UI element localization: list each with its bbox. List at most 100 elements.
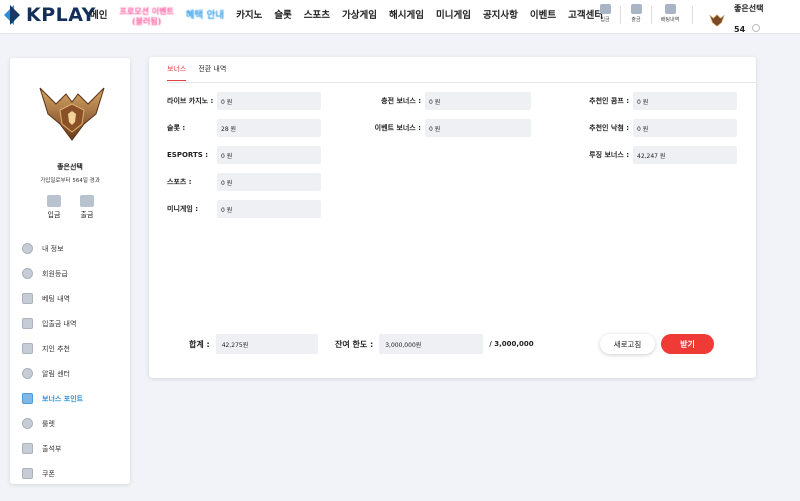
nav-promotion-label: 프로모션 이벤트 <box>119 7 174 16</box>
limit-summary: 잔여 한도 : 3,000,000원 / 3,000,000 <box>335 334 534 354</box>
nav-slot[interactable]: 슬롯 <box>274 7 291 27</box>
sidebar-item-label: 지인 추천 <box>42 344 70 353</box>
nav-benefits[interactable]: 혜택 안내 <box>186 7 224 27</box>
bonus-referral-comp: 추천인 콤프 : 0 원 <box>569 92 737 110</box>
sidebar-item-label: 출석부 <box>42 444 62 453</box>
logo-icon <box>4 4 22 26</box>
sidebar-item-label: 입출금 내역 <box>42 319 77 328</box>
field-value: 0 원 <box>217 92 321 110</box>
bonus-live-casino: 라이브 카지노 : 0 원 <box>167 92 321 110</box>
brand-logo[interactable]: KPLAY <box>4 4 96 26</box>
sidebar-withdraw-label: 출금 <box>80 211 94 219</box>
main-nav: 메인 프로모션 이벤트 (블러됨) 혜택 안내 카지노 슬롯 스포츠 가상게임 … <box>90 7 615 27</box>
quick-deposit-label: 입금 <box>600 17 610 23</box>
sidebar-item-label: 보너스 포인트 <box>42 394 84 403</box>
field-value: 42,247 원 <box>633 146 737 164</box>
sidebar-item-label: 베팅 내역 <box>42 294 70 303</box>
sidebar-item-roulette[interactable]: 룰렛 <box>22 411 122 436</box>
quick-withdraw-label: 출금 <box>631 17 641 23</box>
total-label: 합계 : <box>189 339 210 349</box>
limit-max: / 3,000,000 <box>489 340 534 348</box>
sidebar-item-grade[interactable]: 회원등급 <box>22 261 122 286</box>
nav-virtual[interactable]: 가상게임 <box>342 7 377 27</box>
limit-label: 잔여 한도 : <box>335 339 374 349</box>
sidebar-item-bonus-point[interactable]: 보너스 포인트 <box>22 386 122 411</box>
quick-withdraw-button[interactable]: 출금 <box>623 4 649 23</box>
nav-mini[interactable]: 미니게임 <box>436 7 471 27</box>
withdraw-icon <box>630 4 642 14</box>
nav-event[interactable]: 이벤트 <box>530 7 556 27</box>
nav-main[interactable]: 메인 <box>90 7 107 27</box>
sidebar-item-label: 회원등급 <box>42 269 68 278</box>
field-label: 슬롯 : <box>167 124 186 132</box>
field-label: 미니게임 : <box>167 205 198 213</box>
level-info-icon[interactable] <box>752 23 761 32</box>
betting-history-icon <box>22 293 33 304</box>
brand-name: KPLAY <box>26 4 96 26</box>
top-navigation: KPLAY 메인 프로모션 이벤트 (블러됨) 혜택 안내 카지노 슬롯 스포츠… <box>0 0 800 34</box>
sidebar-item-transactions[interactable]: 입출금 내역 <box>22 311 122 336</box>
divider <box>692 6 693 24</box>
field-label: 추천인 콤프 : <box>589 97 629 105</box>
field-label: 루징 보너스 : <box>589 151 629 159</box>
field-value: 0 원 <box>217 146 321 164</box>
rank-badge-icon <box>709 13 725 27</box>
total-summary: 합계 : 42,275원 <box>189 334 318 354</box>
sidebar-item-coupon[interactable]: 쿠폰 <box>22 461 122 486</box>
field-label: 라이브 카지노 : <box>167 97 214 105</box>
nav-promotion-sub: (블러됨) <box>131 17 162 26</box>
bonus-tabs: 보너스 전환 내역 <box>167 64 238 81</box>
bonus-panel: 보너스 전환 내역 라이브 카지노 : 0 원 슬롯 : 28 원 ESPORT… <box>149 57 756 378</box>
referral-icon <box>22 343 33 354</box>
sidebar-deposit-button[interactable]: 입금 <box>44 195 64 220</box>
user-profile-top[interactable]: 좋은선택 54 <box>708 3 763 36</box>
sidebar-item-label: 내 정보 <box>42 244 64 253</box>
field-value: 0 원 <box>633 119 737 137</box>
sidebar-item-attendance[interactable]: 출석부 <box>22 436 122 461</box>
deposit-icon <box>599 4 611 14</box>
bonus-esports: ESPORTS : 0 원 <box>167 146 321 164</box>
quick-deposit-button[interactable]: 입금 <box>592 4 618 23</box>
sidebar-item-label: 쿠폰 <box>42 469 55 478</box>
receive-button[interactable]: 받기 <box>661 334 714 354</box>
nav-casino[interactable]: 카지노 <box>236 7 262 27</box>
bonus-sports: 스포츠 : 0 원 <box>167 173 321 191</box>
field-value: 0 원 <box>217 200 321 218</box>
user-icon <box>22 243 33 254</box>
nav-hash[interactable]: 해시게임 <box>389 7 424 27</box>
user-level-value: 54 <box>734 25 746 34</box>
tab-conversion-history[interactable]: 전환 내역 <box>198 64 226 81</box>
coupon-icon <box>22 468 33 479</box>
mypage-sidebar: 좋은선택 가입일로부터 564일 경과 입금 출금 내 정보 회원등급 베팅 내… <box>10 58 130 484</box>
nav-promotion[interactable]: 프로모션 이벤트 (블러됨) <box>119 7 173 27</box>
tab-divider <box>167 82 756 83</box>
withdraw-icon <box>80 195 94 207</box>
refresh-button[interactable]: 새로고침 <box>600 334 655 354</box>
sidebar-item-my-info[interactable]: 내 정보 <box>22 236 122 261</box>
divider <box>620 6 621 24</box>
grade-icon <box>22 268 33 279</box>
divider <box>651 6 652 24</box>
bonus-slot: 슬롯 : 28 원 <box>167 119 321 137</box>
tab-bonus[interactable]: 보너스 <box>167 64 187 81</box>
deposit-icon <box>47 195 61 207</box>
bonus-losing: 루징 보너스 : 42,247 원 <box>569 146 737 164</box>
sidebar-withdraw-button[interactable]: 출금 <box>77 195 97 220</box>
sidebar-item-notifications[interactable]: 알림 센터 <box>22 361 122 386</box>
sidebar-deposit-label: 입금 <box>47 211 61 219</box>
sidebar-item-label: 알림 센터 <box>42 369 70 378</box>
nav-sports[interactable]: 스포츠 <box>304 7 330 27</box>
bonus-icon <box>22 393 33 404</box>
quick-history-button[interactable]: 배팅내역 <box>657 4 683 23</box>
user-level: 54 <box>734 17 763 36</box>
rank-emblem-icon <box>39 87 105 141</box>
sidebar-item-referral[interactable]: 지인 추천 <box>22 336 122 361</box>
sidebar-item-betting[interactable]: 베팅 내역 <box>22 286 122 311</box>
bonus-event: 이벤트 보너스 : 0 원 <box>359 119 531 137</box>
bonus-minigame: 미니게임 : 0 원 <box>167 200 321 218</box>
limit-value: 3,000,000원 <box>379 334 484 354</box>
field-label: 충전 보너스 : <box>381 97 421 105</box>
profile-name: 좋은선택 <box>57 163 83 171</box>
field-label: 추천인 낙첨 : <box>589 124 629 132</box>
nav-notice[interactable]: 공지사항 <box>483 7 518 27</box>
